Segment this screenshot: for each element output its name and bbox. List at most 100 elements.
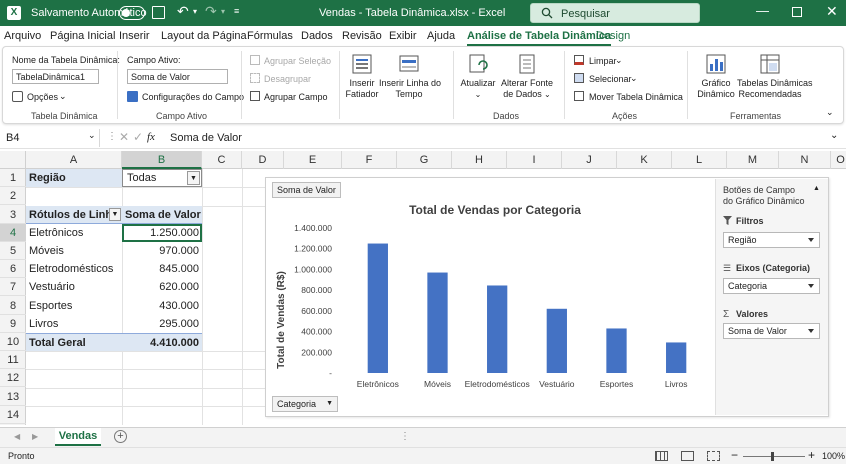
- values-dropdown[interactable]: Soma de Valor: [723, 323, 820, 339]
- row-header[interactable]: 6: [0, 260, 26, 278]
- pivot-chart-button[interactable]: Gráfico Dinâmico: [693, 53, 739, 100]
- row-header[interactable]: 8: [0, 297, 26, 315]
- redo-dropdown-icon[interactable]: ▾: [221, 7, 225, 16]
- customize-toolbar-icon[interactable]: ≡: [234, 6, 239, 16]
- row-header[interactable]: 3: [0, 206, 26, 224]
- pivot-row-label[interactable]: Esportes: [26, 297, 122, 315]
- column-header-i[interactable]: I: [507, 151, 562, 169]
- name-box-dropdown-icon[interactable]: ⌄: [88, 130, 96, 141]
- pivot-row-value[interactable]: 430.000: [122, 297, 202, 315]
- row-labels-header[interactable]: Rótulos de Linha: [26, 206, 122, 224]
- row-header[interactable]: 7: [0, 278, 26, 296]
- insert-function-icon[interactable]: fx: [147, 131, 155, 143]
- row-header[interactable]: 12: [0, 369, 26, 387]
- pt-name-input[interactable]: TabelaDinâmica1: [12, 69, 99, 84]
- filter-label-cell[interactable]: Região: [26, 169, 122, 187]
- axis-dropdown[interactable]: Categoria: [723, 278, 820, 294]
- row-header[interactable]: 1: [0, 169, 26, 187]
- change-source-button[interactable]: Alterar Fonte de Dados ⌄: [500, 53, 554, 100]
- insert-slicer-button[interactable]: Inserir Fatiador: [343, 53, 381, 100]
- tab-design[interactable]: Design: [596, 30, 630, 42]
- column-header-c[interactable]: C: [202, 151, 242, 169]
- bar-1[interactable]: [427, 272, 448, 373]
- active-field-input[interactable]: Soma de Valor: [127, 69, 228, 84]
- page-layout-icon[interactable]: [681, 451, 694, 461]
- search-box[interactable]: Pesquisar: [530, 3, 700, 23]
- refresh-button[interactable]: Atualizar ⌄: [458, 53, 498, 100]
- column-header-g[interactable]: G: [397, 151, 452, 169]
- minimize-button[interactable]: —: [756, 3, 769, 18]
- select-dropdown-icon[interactable]: ⌄: [630, 73, 638, 84]
- pivot-row-label[interactable]: Livros: [26, 315, 122, 333]
- redo-icon[interactable]: ↷: [205, 3, 217, 20]
- normal-view-icon[interactable]: [655, 451, 668, 461]
- pivot-row-value[interactable]: 1.250.000: [122, 224, 202, 242]
- tab-layout[interactable]: Layout da Página: [161, 30, 247, 42]
- row-header[interactable]: 5: [0, 242, 26, 260]
- maximize-button[interactable]: [792, 7, 802, 17]
- collapse-ribbon-icon[interactable]: ⌄: [826, 107, 834, 118]
- options-button[interactable]: Opções: [27, 92, 58, 102]
- group-field-button[interactable]: Agrupar Campo: [264, 92, 328, 102]
- zoom-slider[interactable]: [743, 452, 805, 461]
- prev-sheet-icon[interactable]: ◀: [14, 432, 20, 441]
- filters-dropdown[interactable]: Região: [723, 232, 820, 248]
- tab-arquivo[interactable]: Arquivo: [4, 30, 41, 42]
- tab-analise[interactable]: Análise de Tabela Dinâmica: [467, 30, 612, 46]
- group-selection-button[interactable]: Agrupar Seleção: [264, 56, 331, 66]
- column-header-d[interactable]: D: [242, 151, 284, 169]
- move-pt-button[interactable]: Mover Tabela Dinâmica: [589, 92, 683, 102]
- pivot-row-value[interactable]: 970.000: [122, 242, 202, 260]
- autosave-toggle[interactable]: [119, 6, 145, 20]
- recommended-pt-button[interactable]: Tabelas Dinâmicas Recomendadas: [737, 53, 813, 100]
- undo-icon[interactable]: ↶: [177, 3, 189, 20]
- cancel-icon[interactable]: ✕: [119, 130, 129, 144]
- bar-2[interactable]: [487, 285, 508, 373]
- row-header[interactable]: 11: [0, 351, 26, 369]
- column-header-b[interactable]: B: [122, 151, 202, 169]
- tab-dados[interactable]: Dados: [301, 30, 333, 42]
- column-header-f[interactable]: F: [342, 151, 397, 169]
- pivot-row-label[interactable]: Eletrônicos: [26, 224, 122, 242]
- tab-inserir[interactable]: Inserir: [119, 30, 150, 42]
- column-header-e[interactable]: E: [284, 151, 342, 169]
- zoom-in-icon[interactable]: +: [808, 448, 815, 462]
- row-labels-dropdown-icon[interactable]: ▼: [109, 208, 121, 221]
- enter-icon[interactable]: ✓: [133, 130, 143, 144]
- row-header[interactable]: 13: [0, 388, 26, 406]
- zoom-out-icon[interactable]: −: [731, 448, 738, 462]
- bar-5[interactable]: [666, 342, 687, 373]
- select-button[interactable]: Selecionar: [589, 74, 632, 84]
- row-header[interactable]: 10: [0, 333, 26, 351]
- pivot-row-value[interactable]: 845.000: [122, 260, 202, 278]
- zoom-slider-thumb[interactable]: [771, 452, 774, 461]
- options-dropdown-icon[interactable]: ⌄: [59, 91, 67, 102]
- row-header[interactable]: 9: [0, 315, 26, 333]
- column-header-a[interactable]: A: [26, 151, 122, 169]
- pivot-row-label[interactable]: Eletrodomésticos: [26, 260, 122, 278]
- expand-formula-icon[interactable]: ⌄: [830, 130, 838, 141]
- field-pane-collapse-icon[interactable]: ▲: [813, 185, 820, 192]
- grand-total-label[interactable]: Total Geral: [26, 333, 122, 351]
- column-header-n[interactable]: N: [779, 151, 831, 169]
- tab-exibir[interactable]: Exibir: [389, 30, 417, 42]
- bar-0[interactable]: [367, 243, 388, 373]
- column-header-l[interactable]: L: [672, 151, 727, 169]
- field-settings-button[interactable]: Configurações do Campo: [142, 92, 244, 102]
- sheet-tab-vendas[interactable]: Vendas: [55, 428, 101, 446]
- sheet-options-icon[interactable]: ⋮: [400, 431, 410, 442]
- select-all-corner[interactable]: [0, 151, 26, 169]
- add-sheet-icon[interactable]: +: [114, 430, 127, 443]
- tab-ajuda[interactable]: Ajuda: [427, 30, 455, 42]
- formula-content[interactable]: Soma de Valor: [170, 132, 242, 144]
- column-header-j[interactable]: J: [562, 151, 617, 169]
- next-sheet-icon[interactable]: ▶: [32, 432, 38, 441]
- pivot-row-value[interactable]: 295.000: [122, 315, 202, 333]
- pivot-chart[interactable]: Soma de Valor Categoria ▼ Total de Venda…: [265, 177, 829, 417]
- page-break-icon[interactable]: [707, 451, 720, 461]
- filter-dropdown[interactable]: Todas ▼: [122, 169, 202, 187]
- column-header-m[interactable]: M: [727, 151, 779, 169]
- pivot-row-value[interactable]: 620.000: [122, 278, 202, 296]
- clear-dropdown-icon[interactable]: ⌄: [615, 55, 623, 66]
- zoom-level[interactable]: 100%: [822, 451, 845, 461]
